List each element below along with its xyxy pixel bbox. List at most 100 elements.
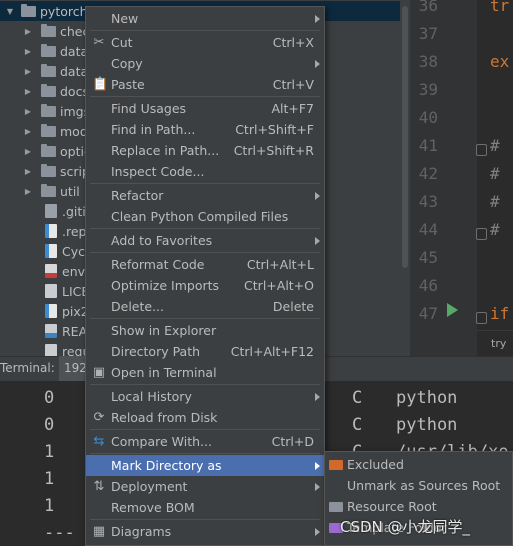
folder-icon [41,143,56,157]
line-number: 44 [418,220,438,239]
line-number: 47 [418,304,438,323]
fold-marker-icon[interactable] [476,228,487,240]
scrollbar-thumb[interactable] [402,6,408,268]
menu-item-reformat-code[interactable]: Reformat Code Ctrl+Alt+L [86,254,324,275]
menu-item-directory-path[interactable]: Directory Path Ctrl+Alt+F12 [86,341,324,362]
menu-item-open-in-terminal[interactable]: ▣ Open in Terminal [86,362,324,383]
menu-item-reload-from-disk[interactable]: ⟳ Reload from Disk [86,407,324,428]
cut-icon: ✂ [93,34,105,50]
menu-item-compare-with[interactable]: ⇆ Compare With... Ctrl+D [86,431,324,452]
terminal-rule: --- [44,523,75,543]
terminal-cell: C [352,388,363,408]
menu-item-find-usages[interactable]: Find Usages Alt+F7 [86,98,324,119]
menu-item-deployment[interactable]: ⇅ Deployment [86,476,324,497]
menu-item-copy[interactable]: Copy [86,53,324,74]
terminal-cell: C [352,415,363,435]
chevron-right-icon[interactable]: ▶ [23,187,33,196]
menu-item-show-in-explorer[interactable]: Show in Explorer [86,320,324,341]
menu-item-label: Deployment [111,479,188,494]
chevron-right-icon[interactable]: ▶ [23,47,33,56]
menu-separator [90,30,320,31]
code-line[interactable]: # [490,164,500,183]
submenu-item-unmark-as-sources-root[interactable]: Unmark as Sources Root [325,475,512,496]
chevron-right-icon[interactable]: ▶ [23,107,33,116]
folder-icon [41,163,56,177]
chevron-right-icon[interactable]: ▶ [23,87,33,96]
menu-item-label: Refactor [111,188,164,203]
tree-scrollbar[interactable] [400,0,410,356]
submenu-item-label: Excluded [347,457,404,472]
menu-item-label: Directory Path [111,344,201,359]
submenu-item-resource-root[interactable]: Resource Root [325,496,512,517]
menu-item-label: New [111,11,139,26]
code-line[interactable]: # [490,192,500,211]
menu-item-diagrams[interactable]: ▦ Diagrams [86,521,324,542]
py-file-icon [45,244,57,258]
line-number: 41 [418,136,438,155]
menu-item-remove-bom[interactable]: Remove BOM [86,497,324,518]
menu-item-shortcut: Ctrl+Alt+F12 [230,344,314,359]
menu-item-inspect-code[interactable]: Inspect Code... [86,161,324,182]
code-line[interactable]: # [490,220,500,239]
chevron-right-icon[interactable]: ▶ [23,127,33,136]
chevron-right-icon[interactable]: ▶ [23,147,33,156]
menu-item-local-history[interactable]: Local History [86,386,324,407]
run-icon[interactable] [447,303,458,317]
fold-marker-icon[interactable] [476,312,487,324]
menu-separator [90,228,320,229]
menu-item-mark-directory-as[interactable]: Mark Directory as [86,455,324,476]
menu-item-new[interactable]: New [86,8,324,29]
menu-item-shortcut: Delete [272,299,314,314]
chevron-right-icon[interactable]: ▶ [23,27,33,36]
terminal-cell: python [396,415,458,435]
menu-item-delete[interactable]: Delete... Delete [86,296,324,317]
menu-item-add-to-favorites[interactable]: Add to Favorites [86,230,324,251]
chevron-down-icon[interactable]: ▼ [5,7,15,16]
chevron-right-icon[interactable]: ▶ [23,167,33,176]
menu-item-shortcut: Ctrl+Shift+F [235,122,314,137]
menu-item-cut[interactable]: ✂ Cut Ctrl+X [86,32,324,53]
reload-icon: ⟳ [93,409,105,425]
menu-item-label: Reload from Disk [111,410,218,425]
menu-item-label: Local History [111,389,192,404]
menu-item-label: Add to Favorites [111,233,213,248]
terminal-cell: 0 [44,388,55,408]
code-line[interactable]: if [490,304,509,323]
menu-item-label: Paste [111,77,145,92]
tree-item-label: util [60,183,80,199]
menu-item-find-in-path[interactable]: Find in Path... Ctrl+Shift+F [86,119,324,140]
fold-marker-icon[interactable] [476,144,487,156]
submenu-item-excluded[interactable]: Excluded [325,454,512,475]
code-line[interactable]: ex [490,52,509,71]
submenu-item-label: Resource Root [347,499,437,514]
line-number: 38 [418,52,438,71]
menu-separator [90,252,320,253]
editor-breadcrumb[interactable]: try [477,330,513,356]
py-file-icon [45,304,57,318]
resource-folder-icon [329,501,343,512]
chevron-right-icon[interactable]: ▶ [23,67,33,76]
menu-item-paste[interactable]: 📋 Paste Ctrl+V [86,74,324,95]
folder-icon [21,3,36,17]
menu-item-clean-python-compiled-files[interactable]: Clean Python Compiled Files [86,206,324,227]
tree-item-label: data [60,63,89,79]
context-menu: New ✂ Cut Ctrl+X Copy 📋 Paste Ctrl+V Find Usages… [85,6,325,546]
line-number: 36 [418,0,438,15]
submenu-arrow-icon [315,482,320,491]
terminal-icon: ▣ [92,364,106,380]
terminal-cell: 1 [44,442,55,462]
submenu-arrow-icon [315,461,320,470]
menu-item-optimize-imports[interactable]: Optimize Imports Ctrl+Alt+O [86,275,324,296]
submenu-arrow-icon [315,59,320,68]
code-line[interactable]: tr [490,0,509,15]
line-number: 40 [418,108,438,127]
menu-item-label: Find in Path... [111,122,196,137]
py-file-icon [45,224,57,238]
folder-icon [41,63,56,77]
submenu-arrow-icon [315,191,320,200]
md-file-icon [45,324,57,338]
menu-item-replace-in-path[interactable]: Replace in Path... Ctrl+Shift+R [86,140,324,161]
menu-item-refactor[interactable]: Refactor [86,185,324,206]
code-line[interactable]: # [490,136,500,155]
menu-item-label: Open in Terminal [111,365,217,380]
